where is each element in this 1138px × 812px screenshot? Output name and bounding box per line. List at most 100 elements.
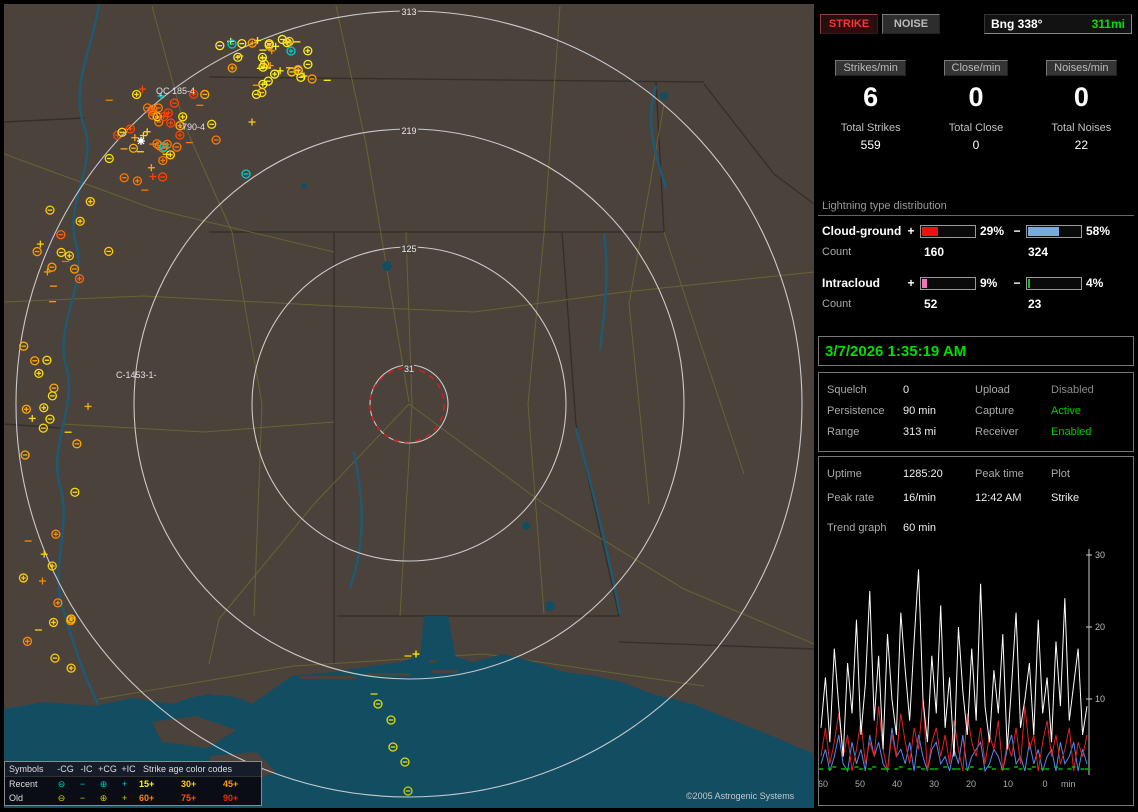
total-noises-label: Total Noises xyxy=(1051,122,1112,134)
cg-minus-percent: 58% xyxy=(1086,224,1111,238)
legend-old-label: Old xyxy=(9,793,24,803)
legend-recent-symbols: ⊖ − ⊕ + xyxy=(51,777,135,791)
noise-button[interactable]: NOISE xyxy=(882,14,940,34)
datetime-display: 3/7/2026 1:35:19 AM xyxy=(818,336,1134,366)
svg-text:50: 50 xyxy=(855,779,865,789)
legend-old-symbols: ⊖ − ⊕ + xyxy=(51,791,135,805)
cg-plus-count: 160 xyxy=(924,245,945,259)
legend-recent-row: Recent ⊖ − ⊕ + 15+ 30+ 45+ xyxy=(5,777,261,791)
map-canvas: 313 219 125 31 QC 185-4 -790-4 C-1453-1- xyxy=(4,4,814,808)
lightning-map[interactable]: 313 219 125 31 QC 185-4 -790-4 C-1453-1- S… xyxy=(4,4,814,808)
age-code: 90+ xyxy=(223,793,239,803)
svg-text:0: 0 xyxy=(1042,779,1047,789)
cloud-ground-row: Cloud-ground + 29% − 58% xyxy=(818,220,1134,242)
ring-label-125: 125 xyxy=(401,244,416,254)
status-and-trend-section: Uptime 1285:20 Peak time Plot Peak rate … xyxy=(818,456,1134,806)
distribution-section: Lightning type distribution Cloud-ground… xyxy=(818,200,1134,314)
plot-label: Plot xyxy=(1051,468,1070,480)
upload-label: Upload xyxy=(975,383,1010,396)
status-row-2: Peak rate 16/min 12:42 AM Strike xyxy=(819,487,1133,509)
copyright: ©2005 Astrogenic Systems xyxy=(686,791,795,801)
close-per-min-column: Close/min 0 Total Close 0 xyxy=(923,60,1028,152)
receiver-status: Enabled xyxy=(1051,425,1092,438)
cg-minus-bar xyxy=(1026,224,1082,238)
legend-col-header: -CG xyxy=(57,764,74,774)
mode-section: STRIKE NOISE Bng 338° 311mi xyxy=(818,14,1134,36)
svg-text:30: 30 xyxy=(929,779,939,789)
total-strikes-label: Total Strikes xyxy=(840,122,901,134)
squelch-label: Squelch xyxy=(827,383,867,396)
ring-label-219: 219 xyxy=(401,126,416,136)
peak-rate-value: 16/min xyxy=(903,492,937,504)
settings-row: Range 313 mi Receiver Enabled xyxy=(819,421,1133,442)
svg-text:30: 30 xyxy=(1095,550,1105,560)
legend-col-header: +IC xyxy=(121,764,136,774)
total-close-label: Total Close xyxy=(948,122,1004,134)
svg-text:-790-4: -790-4 xyxy=(179,122,205,132)
svg-text:min: min xyxy=(1061,779,1076,789)
legend-symbol: ⊕ xyxy=(99,779,108,789)
trend-graph-label: Trend graph xyxy=(827,522,887,534)
age-code: 45+ xyxy=(223,779,239,789)
trend-window-value: 60 min xyxy=(903,522,937,534)
legend-col-header: -IC xyxy=(80,764,93,774)
age-code: 75+ xyxy=(181,793,197,803)
noises-per-min-column: Noises/min 0 Total Noises 22 xyxy=(1029,60,1134,152)
ic-minus-bar xyxy=(1026,276,1082,290)
cloud-ground-label: Cloud-ground xyxy=(822,224,902,238)
minus-sign: − xyxy=(1013,224,1021,238)
ic-minus-percent: 4% xyxy=(1086,276,1104,290)
bearing-readout: Bng 338° 311mi xyxy=(984,14,1132,34)
strikes-per-min-label[interactable]: Strikes/min xyxy=(835,60,906,76)
status-row-1: Uptime 1285:20 Peak time Plot xyxy=(819,463,1133,485)
legend-symbol: ⊖ xyxy=(57,779,66,789)
legend-symbol: ⊖ xyxy=(57,793,66,803)
legend-symbol: + xyxy=(121,779,128,789)
intracloud-count-row: Count 52 23 xyxy=(818,294,1134,314)
legend-symbol: − xyxy=(79,779,86,789)
svg-text:40: 40 xyxy=(892,779,902,789)
strikes-per-min-column: Strikes/min 6 Total Strikes 559 xyxy=(818,60,923,152)
legend-symbol: − xyxy=(79,793,86,803)
legend-symbol: + xyxy=(121,793,128,803)
age-code: 60+ xyxy=(139,793,155,803)
legend-old-ages: 60+ 75+ 90+ xyxy=(135,791,261,805)
ic-plus-percent: 9% xyxy=(980,276,998,290)
control-panel: STRIKE NOISE Bng 338° 311mi Strikes/min … xyxy=(818,0,1138,812)
close-per-min-label[interactable]: Close/min xyxy=(943,60,1009,76)
settings-row: Squelch 0 Upload Disabled xyxy=(819,379,1133,400)
range-label: Range xyxy=(827,425,860,438)
cg-plus-bar xyxy=(920,224,976,238)
strike-button[interactable]: STRIKE xyxy=(820,14,878,34)
ring-label-31: 31 xyxy=(404,364,414,374)
uptime-label: Uptime xyxy=(827,468,862,480)
cloud-ground-count-row: Count 160 324 xyxy=(818,242,1134,262)
svg-text:20: 20 xyxy=(1095,622,1105,632)
upload-status: Disabled xyxy=(1051,383,1094,396)
legend-header-row: Symbols -CG -IC +CG +IC Strike age color co… xyxy=(5,762,261,777)
noises-per-min-value: 0 xyxy=(1073,82,1089,112)
peak-time-label: Peak time xyxy=(975,468,1024,480)
squelch-value: 0 xyxy=(903,383,910,396)
svg-text:C-1453-1-: C-1453-1- xyxy=(116,370,157,380)
noises-per-min-label[interactable]: Noises/min xyxy=(1046,60,1117,76)
total-strikes-value: 559 xyxy=(860,138,881,152)
settings-row: Persistence 90 min Capture Active xyxy=(819,400,1133,421)
total-close-value: 0 xyxy=(972,138,980,152)
peak-time-value: 12:42 AM xyxy=(975,492,1022,504)
count-label: Count xyxy=(822,298,852,310)
settings-section: Squelch 0 Upload Disabled Persistence 90… xyxy=(818,372,1134,452)
svg-text:10: 10 xyxy=(1095,694,1105,704)
cg-minus-count: 324 xyxy=(1028,245,1049,259)
distribution-title: Lightning type distribution xyxy=(818,200,1134,216)
persistence-label: Persistence xyxy=(827,404,885,417)
cg-plus-percent: 29% xyxy=(980,224,1005,238)
legend-col-header: +CG xyxy=(98,764,117,774)
plot-mode-value: Strike xyxy=(1051,492,1080,504)
uptime-value: 1285:20 xyxy=(903,468,943,480)
capture-status: Active xyxy=(1051,404,1081,417)
intracloud-row: Intracloud + 9% − 4% xyxy=(818,272,1134,294)
ic-plus-count: 52 xyxy=(924,297,938,311)
trend-chart: 10 20 30 60 50 40 30 20 10 0 min xyxy=(819,549,1105,789)
close-per-min-value: 0 xyxy=(968,82,984,112)
